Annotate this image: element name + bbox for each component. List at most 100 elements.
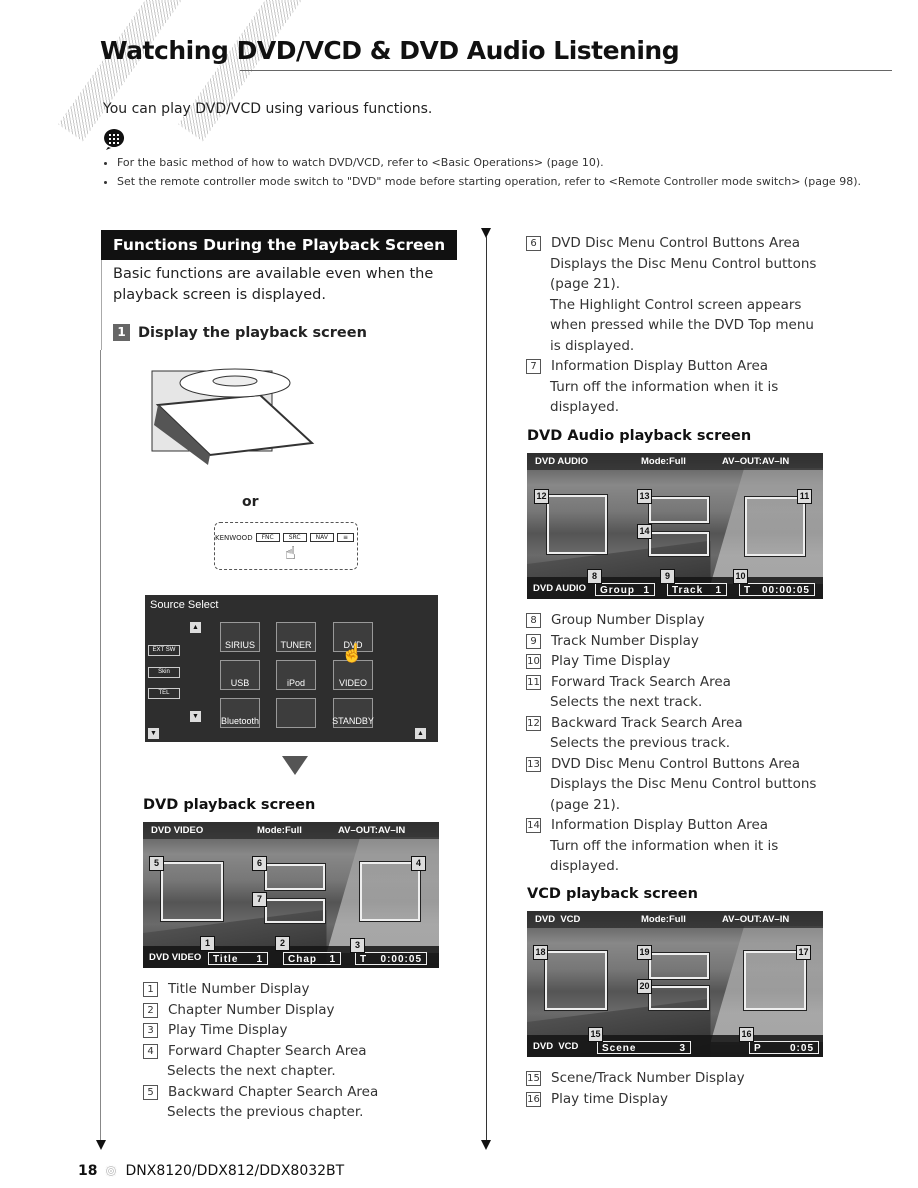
play-time-display: P 0:05	[749, 1041, 819, 1054]
callout-12: 12	[534, 489, 549, 504]
list-item: 1 Title Number Display	[143, 979, 453, 1000]
remote-button-nav[interactable]: NAV	[309, 533, 334, 542]
mode-label: Mode:Full	[641, 456, 686, 467]
list-item-desc: Selects the previous track.	[550, 735, 731, 751]
page-down-button[interactable]: ▼	[148, 728, 159, 739]
tel-button[interactable]: TEL	[148, 688, 180, 699]
title-rule	[240, 70, 892, 71]
source-select-title: Source Select	[150, 599, 219, 611]
vcd-screen-heading: VCD playback screen	[527, 886, 698, 902]
remote-button-src[interactable]: SRC	[282, 533, 307, 542]
dvd-audio-screen-heading: DVD Audio playback screen	[527, 428, 752, 444]
source-tile-tuner[interactable]: TUNER	[276, 622, 316, 652]
callout-11: 11	[797, 489, 812, 504]
step-label: Display the playback screen	[138, 324, 367, 341]
section-heading: Functions During the Playback Screen	[101, 230, 457, 260]
callout-3: 3	[350, 938, 365, 953]
decorative-hatch	[58, 0, 192, 142]
source-tile-video[interactable]: VIDEO	[333, 660, 373, 690]
mode-label: Mode:Full	[257, 825, 302, 836]
notes-list: For the basic method of how to watch DVD…	[103, 153, 883, 191]
callout-9: 9	[660, 569, 675, 584]
callout-5: 5	[149, 856, 164, 871]
callout-16: 16	[739, 1027, 754, 1042]
list-item-desc: The Highlight Control screen appears whe…	[550, 296, 814, 354]
list-item: 2 Chapter Number Display	[143, 1000, 453, 1021]
list-item-desc: Selects the previous chapter.	[167, 1104, 364, 1120]
list-item: 8 Group Number Display	[526, 610, 826, 631]
dvd-items-list-continued: 6 DVD Disc Menu Control Buttons Area Disp…	[526, 233, 826, 418]
list-item: 5 Backward Chapter Search Area	[143, 1082, 453, 1103]
hand-pointer-icon: ☝	[341, 643, 364, 663]
callout-15: 15	[588, 1027, 603, 1042]
step-number: 1	[113, 324, 130, 341]
skin-button[interactable]: Skin	[148, 667, 180, 678]
footer-dot-icon	[105, 1165, 118, 1177]
note-item: Set the remote controller mode switch to…	[117, 172, 883, 191]
callout-17: 17	[796, 945, 811, 960]
dvd-audio-items-list: 8 Group Number Display 9 Track Number Disp…	[526, 610, 826, 877]
source-tile-ipod[interactable]: iPod	[276, 660, 316, 690]
disc-menu-area[interactable]	[649, 497, 709, 523]
source-label: DVD VCD	[535, 914, 581, 925]
ext-sw-button[interactable]: EXT SW	[148, 645, 180, 656]
scroll-up-button[interactable]: ▲	[190, 622, 201, 633]
page-footer: 18 DNX8120/DDX812/DDX8032BT	[78, 1163, 344, 1179]
callout-2: 2	[275, 936, 290, 951]
note-item: For the basic method of how to watch DVD…	[117, 153, 883, 172]
av-out-label: AV–OUT:AV–IN	[722, 456, 790, 467]
step-1: 1 Display the playback screen	[113, 324, 367, 341]
scroll-down-button[interactable]: ▼	[190, 711, 201, 722]
list-item: 14 Information Display Button Area	[526, 817, 769, 833]
play-time-display: T 00:00:05	[739, 583, 815, 596]
callout-13: 13	[637, 489, 652, 504]
remote-button-fnc[interactable]: FNC	[255, 533, 280, 542]
info-display-area[interactable]	[649, 986, 709, 1010]
backward-track-area[interactable]	[545, 951, 607, 1010]
source-tile-empty[interactable]	[276, 698, 316, 728]
callout-8: 8	[587, 569, 602, 584]
dvd-items-list: 1 Title Number Display 2 Chapter Number Di…	[143, 979, 453, 1123]
list-item: 15 Scene/Track Number Display	[526, 1070, 745, 1086]
column-end-arrow-icon	[96, 1140, 106, 1150]
track-number-display: Track 1	[667, 583, 727, 596]
remote-button-menu[interactable]: ≡	[336, 533, 354, 542]
backward-track-area[interactable]	[547, 495, 607, 554]
info-display-area[interactable]	[265, 899, 325, 923]
list-item: 10 Play Time Display	[526, 653, 671, 669]
intro-text: You can play DVD/VCD using various funct…	[103, 101, 433, 117]
source-label: DVD VIDEO	[151, 825, 204, 836]
dvd-audio-playback-screen: DVD AUDIO Mode:Full AV–OUT:AV–IN DVD AUDIO…	[527, 453, 823, 599]
page-title: Watching DVD/VCD & DVD Audio Listening	[100, 36, 680, 65]
group-number-display: Group 1	[595, 583, 655, 596]
source-tile-bluetooth[interactable]: Bluetooth	[220, 698, 260, 728]
remote-brand: KENWOOD	[215, 533, 253, 542]
chapter-number-display: Chap 1	[283, 952, 341, 965]
disc-menu-area[interactable]	[649, 953, 709, 979]
section-rule	[101, 260, 102, 350]
page-up-button[interactable]: ▲	[415, 728, 426, 739]
hand-pointer-icon: ☝	[285, 543, 296, 564]
callout-18: 18	[533, 945, 548, 960]
model-names: DNX8120/DDX812/DDX8032BT	[125, 1163, 345, 1179]
source-tile-usb[interactable]: USB	[220, 660, 260, 690]
forward-track-area[interactable]	[745, 497, 805, 556]
list-item-desc: Turn off the information when it is disp…	[550, 378, 779, 416]
bottom-source-label: DVD VCD	[533, 1041, 579, 1052]
backward-chapter-area[interactable]	[161, 862, 223, 921]
dvd-screen-heading: DVD playback screen	[143, 797, 316, 813]
list-item: 9 Track Number Display	[526, 631, 826, 652]
source-label: DVD AUDIO	[535, 456, 588, 467]
source-select-screen: Source Select EXT SW Skin TEL ▲ ▼ SIRIUS…	[145, 595, 438, 742]
list-item: 16 Play time Display	[526, 1090, 668, 1107]
source-tile-standby[interactable]: STANDBY	[332, 698, 374, 728]
info-display-area[interactable]	[649, 532, 709, 556]
disc-menu-area[interactable]	[265, 864, 325, 890]
av-out-label: AV–OUT:AV–IN	[722, 914, 790, 925]
source-tile-sirius[interactable]: SIRIUS	[220, 622, 260, 652]
vcd-playback-screen: DVD VCD Mode:Full AV–OUT:AV–IN DVD VCD Sce…	[527, 911, 823, 1057]
scene-number-display: Scene 3	[597, 1041, 691, 1054]
callout-1: 1	[200, 936, 215, 951]
remote-panel: KENWOOD FNC SRC NAV ≡ ☝	[214, 522, 358, 570]
column-rule	[486, 236, 487, 1140]
